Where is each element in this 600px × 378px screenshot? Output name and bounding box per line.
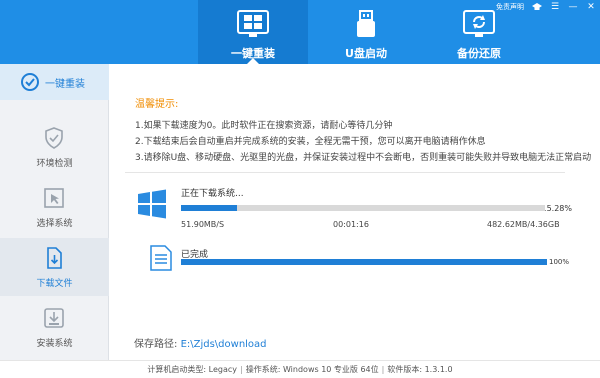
windows-icon	[237, 10, 269, 37]
completed-percent: 100%	[549, 258, 570, 266]
sidebar-item-label: 环境检测	[36, 159, 73, 169]
usb-icon	[357, 10, 375, 37]
tip-line: 2.下载结束后会自动重启并完成系统的安装，全程无需干预，您可以离开电脑请稍作休息	[135, 137, 486, 147]
sidebar-item-install-system[interactable]: 安装系统	[0, 298, 109, 356]
sidebar-item-select-system[interactable]: 选择系统	[0, 178, 109, 236]
tips-title: 温馨提示:	[135, 99, 179, 110]
file-download-icon	[47, 247, 62, 269]
download-status-title: 正在下载系统...	[181, 189, 244, 199]
divider	[125, 172, 565, 173]
cursor-select-icon	[44, 188, 64, 208]
backup-restore-icon	[463, 10, 495, 37]
save-path-link[interactable]: E:\Zjds\download	[181, 339, 267, 350]
tab-backup-restore[interactable]: 备份还原	[424, 0, 534, 64]
boot-type: 计算机启动类型: Legacy	[147, 365, 237, 374]
install-icon	[44, 308, 64, 328]
elapsed-time: 00:01:16	[333, 220, 369, 229]
sidebar-item-label: 下载文件	[36, 279, 73, 289]
shield-icon	[45, 127, 63, 149]
sidebar-item-env-check[interactable]: 环境检测	[0, 118, 109, 176]
sidebar-item-reinstall[interactable]: 一键重装	[0, 64, 109, 100]
save-path-label: 保存路径:	[134, 339, 178, 350]
completed-progress-bar	[181, 259, 547, 265]
download-progress-fill	[181, 205, 237, 211]
reinstall-icon	[21, 73, 39, 91]
save-path: 保存路径: E:\Zjds\download	[134, 335, 267, 350]
document-icon	[150, 245, 172, 271]
tab-usb-boot[interactable]: U盘启动	[311, 0, 421, 64]
os-info: 操作系统: Windows 10 专业版 64位	[245, 365, 379, 374]
windows-logo-icon	[138, 189, 166, 219]
sidebar-item-download-file[interactable]: 下载文件	[0, 238, 109, 296]
sidebar: 一键重装 环境检测 选择系统 下载文件 安装系统	[0, 64, 109, 360]
status-footer: 计算机启动类型: Legacy | 操作系统: Windows 10 专业版 64位…	[0, 360, 600, 378]
sidebar-item-label: 一键重装	[45, 79, 85, 90]
tip-line: 1.如果下载速度为0。此时软件正在搜索资源，请耐心等待几分钟	[135, 121, 393, 131]
tab-one-click-reinstall[interactable]: 一键重装	[198, 0, 308, 64]
close-button[interactable]: ✕	[586, 2, 596, 12]
top-header: 免责声明 ☰ — ✕ 一键重装 U盘启动 备份还原	[0, 0, 600, 64]
sidebar-item-label: 安装系统	[36, 339, 73, 349]
tab-label: U盘启动	[345, 47, 387, 60]
software-version: 软件版本: 1.3.1.0	[387, 365, 453, 374]
tip-line: 3.请移除U盘、移动硬盘、光驱里的光盘，并保证安装过程中不会断电，否则重装可能失…	[135, 153, 592, 163]
download-progress-bar	[181, 205, 545, 211]
main-panel: 温馨提示: 1.如果下载速度为0。此时软件正在搜索资源，请耐心等待几分钟 2.下…	[110, 64, 600, 360]
completed-progress-fill	[181, 259, 547, 265]
tab-label: 备份还原	[457, 47, 501, 60]
sidebar-item-label: 选择系统	[36, 219, 73, 229]
minimize-button[interactable]: —	[568, 2, 578, 12]
downloaded-size: 482.62MB/4.36GB	[487, 220, 560, 229]
menu-icon[interactable]: ☰	[550, 2, 560, 12]
download-speed: 51.90MB/S	[181, 220, 225, 229]
download-percent: 15.28%	[541, 204, 572, 213]
